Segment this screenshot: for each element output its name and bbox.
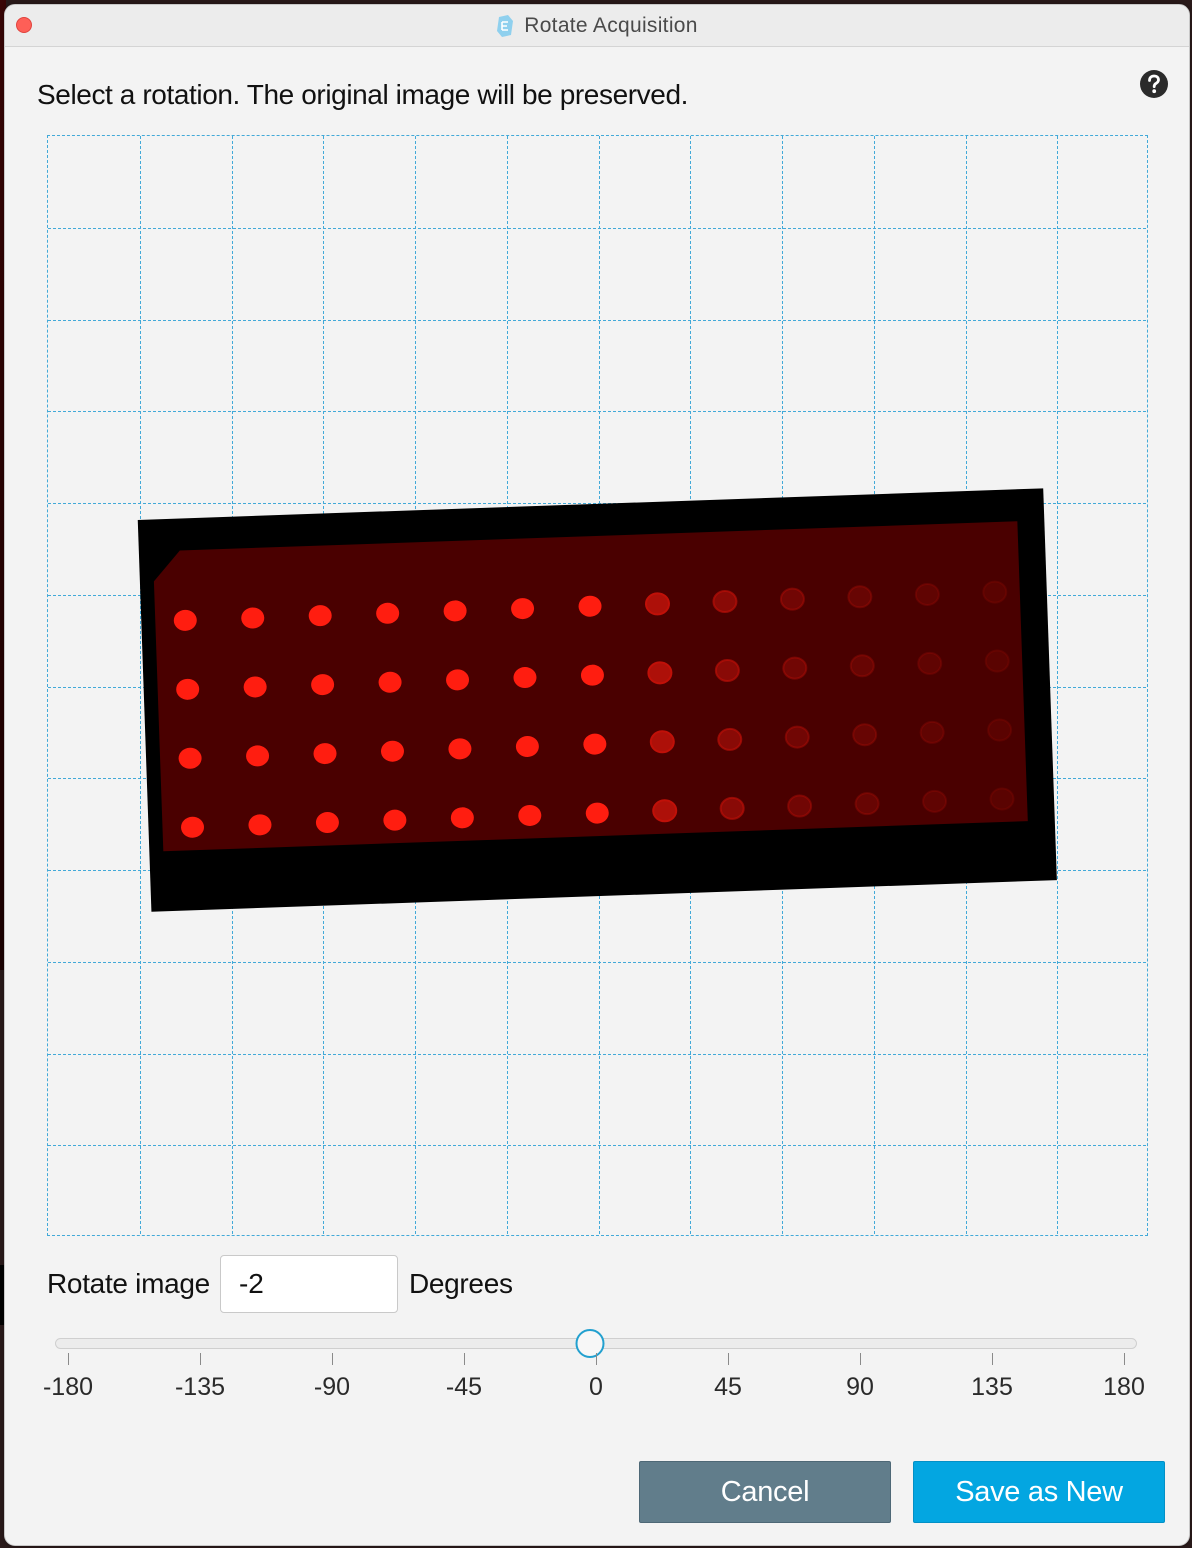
- membrane-strip: [153, 521, 1028, 852]
- slider-tick-label: -45: [445, 1373, 483, 1401]
- spot: [787, 794, 813, 818]
- title-group: Rotate Acquisition: [5, 5, 1189, 46]
- spot: [712, 590, 738, 614]
- slider-tick-label: -135: [174, 1373, 226, 1401]
- rotation-preview-canvas: [47, 135, 1148, 1236]
- slider-tick-label: 0: [589, 1373, 603, 1401]
- spot: [647, 661, 673, 685]
- slider-tick: [728, 1353, 729, 1365]
- app-icon: [497, 14, 514, 37]
- slider-tick-label: 90: [846, 1373, 874, 1401]
- slider-tick: [992, 1353, 993, 1365]
- rotate-image-label: Rotate image: [47, 1268, 210, 1299]
- spot: [917, 651, 943, 675]
- spot: [649, 730, 675, 754]
- cancel-button[interactable]: Cancel: [639, 1461, 891, 1523]
- spot: [779, 587, 805, 611]
- window-title: Rotate Acquisition: [524, 13, 698, 37]
- slider-tick: [596, 1353, 597, 1365]
- title-bar: Rotate Acquisition: [5, 5, 1189, 47]
- save-as-new-button[interactable]: Save as New: [913, 1461, 1165, 1523]
- spot: [849, 654, 875, 678]
- rotation-input-row: Rotate image Degrees: [47, 1255, 513, 1313]
- spot: [782, 656, 808, 680]
- rotate-acquisition-dialog: Rotate Acquisition Select a rotation. Th…: [4, 4, 1190, 1546]
- slider-tick: [332, 1353, 333, 1365]
- spot: [919, 720, 945, 744]
- spot: [854, 792, 880, 816]
- spot: [982, 580, 1008, 604]
- spot: [717, 727, 743, 751]
- spot: [719, 796, 745, 820]
- spot: [847, 585, 873, 609]
- slider-tick-label: 180: [1103, 1373, 1145, 1401]
- slider-tick-label: 135: [971, 1373, 1013, 1401]
- slider-ticks: -180 -135 -90 -45 0 45 90 135 180: [43, 1353, 1145, 1403]
- spot: [784, 725, 810, 749]
- slider-tick: [200, 1353, 201, 1365]
- spot: [852, 723, 878, 747]
- slider-tick-label: -180: [42, 1373, 94, 1401]
- rotation-degrees-input[interactable]: [219, 1255, 398, 1313]
- spot: [914, 582, 940, 606]
- rotated-acquisition-image: [137, 488, 1057, 912]
- slider-tick-label: -90: [313, 1373, 351, 1401]
- spot: [989, 787, 1015, 811]
- spot: [922, 789, 948, 813]
- spot: [644, 592, 670, 616]
- slider-tick-label: 45: [714, 1373, 742, 1401]
- help-icon[interactable]: [1139, 69, 1169, 99]
- slider-tick: [464, 1353, 465, 1365]
- slider-tick: [1124, 1353, 1125, 1365]
- instruction-text: Select a rotation. The original image wi…: [37, 79, 688, 110]
- spot: [714, 658, 740, 682]
- slider-tick: [860, 1353, 861, 1365]
- spot: [652, 799, 678, 823]
- spot: [984, 649, 1010, 673]
- degrees-unit-label: Degrees: [408, 1268, 513, 1299]
- slider-tick: [68, 1353, 69, 1365]
- spot: [987, 718, 1013, 742]
